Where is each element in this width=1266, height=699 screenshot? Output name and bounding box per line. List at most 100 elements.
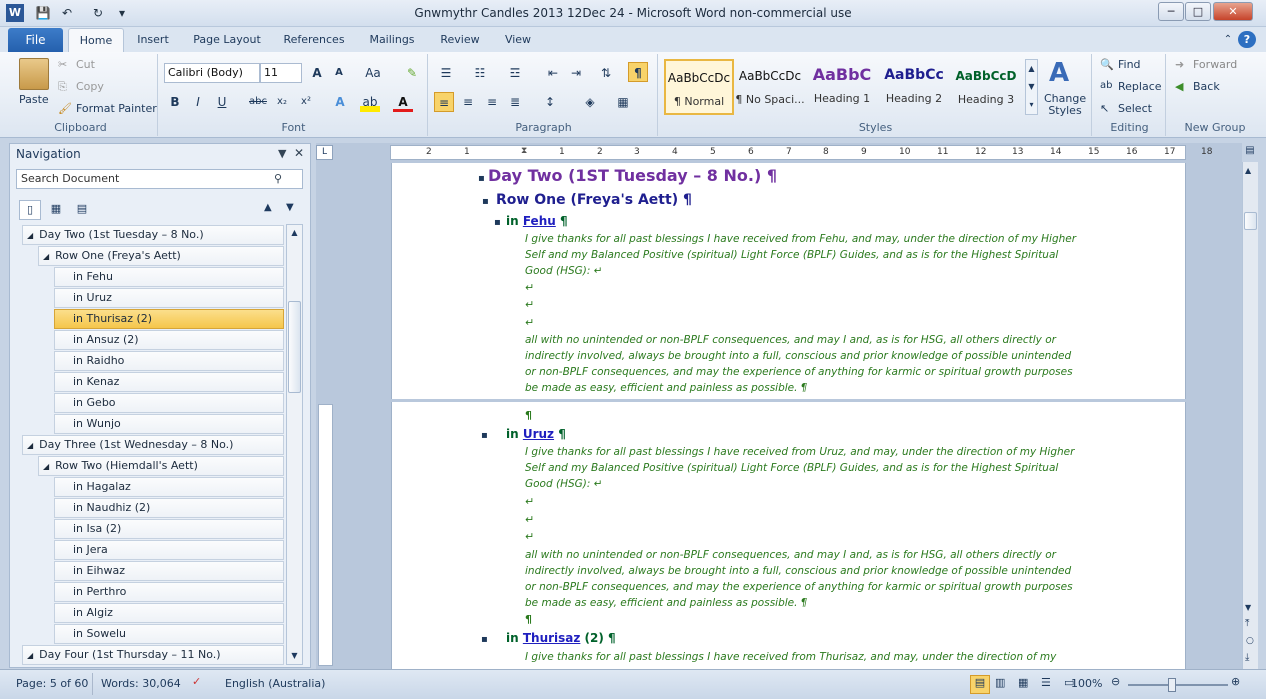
increase-indent-icon[interactable]: ⇥	[566, 63, 586, 83]
styles-scroll[interactable]: ▲ ▼ ▾	[1025, 59, 1038, 115]
nav-heading-item[interactable]: in Raidho	[54, 351, 284, 371]
nav-heading-item[interactable]: in Thurisaz (2)	[54, 309, 284, 329]
close-button[interactable]: ✕	[1213, 2, 1253, 21]
document-scrollbar[interactable]: ▲ ▼ ⤒ ○ ⤓	[1242, 162, 1258, 669]
full-screen-reading-icon[interactable]: ▥	[995, 676, 1005, 689]
style-normal[interactable]: AaBbCcDc ¶ Normal	[664, 59, 734, 115]
maximize-button[interactable]: □	[1185, 2, 1211, 21]
nav-heading-item[interactable]: in Jera	[54, 540, 284, 560]
strikethrough-icon[interactable]: abc	[246, 92, 270, 112]
shrink-font-icon[interactable]: A	[329, 63, 349, 83]
nav-heading-item[interactable]: in Kenaz	[54, 372, 284, 392]
body-line[interactable]: indirectly involved, always be brought i…	[525, 563, 1085, 580]
align-center-icon[interactable]: ≡	[458, 92, 478, 112]
collapse-icon[interactable]: ◢	[43, 252, 49, 261]
undo-icon[interactable]: ↶	[58, 4, 76, 22]
heading-thurisaz[interactable]: in Thurisaz (2) ¶	[506, 631, 616, 645]
heading-row-one[interactable]: Row One (Freya's Aett) ¶	[496, 192, 692, 208]
nav-scroll-thumb[interactable]	[288, 301, 301, 393]
nav-heading-item[interactable]: in Uruz	[54, 288, 284, 308]
select-icon[interactable]: ↖	[1100, 102, 1109, 115]
pages-view-icon[interactable]: ▦	[45, 200, 67, 220]
tab-file[interactable]: File	[8, 28, 63, 52]
previous-page-icon[interactable]: ⤒	[1245, 618, 1249, 629]
body-line[interactable]: all with no unintended or non-BPLF conse…	[525, 332, 1085, 349]
view-ruler-icon[interactable]: ▤	[1242, 145, 1258, 161]
customize-qat-icon[interactable]: ▾	[113, 4, 131, 22]
nav-heading-item[interactable]: in Wunjo	[54, 414, 284, 434]
tab-home[interactable]: Home	[68, 28, 124, 52]
zoom-in-icon[interactable]: ⊕	[1231, 675, 1240, 688]
justify-icon[interactable]: ≣	[505, 92, 525, 112]
minimize-button[interactable]: ─	[1158, 2, 1184, 21]
forward-icon[interactable]: ➜	[1175, 58, 1184, 71]
borders-icon[interactable]: ▦	[613, 92, 633, 112]
document-page[interactable]	[391, 402, 1186, 670]
body-line[interactable]: or non-BPLF consequences, and may the ex…	[525, 579, 1085, 596]
tab-insert[interactable]: Insert	[130, 28, 176, 52]
clear-formatting-icon[interactable]: ✎	[402, 63, 422, 83]
nav-heading-item[interactable]: in Sowelu	[54, 624, 284, 644]
help-icon[interactable]: ?	[1238, 31, 1256, 48]
superscript-icon[interactable]: x²	[296, 92, 316, 112]
body-line[interactable]: indirectly involved, always be brought i…	[525, 348, 1085, 365]
language[interactable]: English (Australia)	[225, 677, 325, 690]
tab-review[interactable]: Review	[433, 28, 487, 52]
nav-scroll-up-icon[interactable]: ▲	[287, 225, 302, 241]
save-icon[interactable]: 💾	[34, 4, 52, 22]
body-line[interactable]: Good (HSG): ↵	[525, 476, 1085, 493]
nav-heading-item[interactable]: ◢ Day Three (1st Wednesday – 8 No.)	[22, 435, 284, 455]
body-line[interactable]: or non-BPLF consequences, and may the ex…	[525, 364, 1085, 381]
word-icon[interactable]: W	[6, 4, 24, 22]
font-size-combo[interactable]: 11	[260, 63, 302, 83]
page-count[interactable]: Page: 5 of 60	[16, 677, 88, 690]
nav-heading-item[interactable]: in Fehu	[54, 267, 284, 287]
text-effects-icon[interactable]: A	[330, 92, 350, 112]
back-icon[interactable]: ◀	[1175, 80, 1183, 93]
find-button[interactable]: Find	[1118, 58, 1141, 71]
body-line[interactable]: Good (HSG): ↵	[525, 263, 1085, 280]
tab-mailings[interactable]: Mailings	[362, 28, 422, 52]
format-painter-button[interactable]: Format Painter	[76, 102, 157, 115]
cut-icon[interactable]: ✂	[58, 58, 67, 71]
paste-icon[interactable]	[19, 58, 49, 90]
scroll-up-icon[interactable]: ▲	[1245, 166, 1251, 175]
nav-heading-item[interactable]: in Isa (2)	[54, 519, 284, 539]
style-no-spacing[interactable]: AaBbCcDc ¶ No Spaci...	[735, 59, 805, 115]
replace-icon[interactable]: ab	[1100, 80, 1112, 91]
previous-heading-icon[interactable]: ▲	[264, 202, 272, 213]
minimize-ribbon-icon[interactable]: ⌃	[1218, 28, 1238, 52]
body-line[interactable]: I give thanks for all past blessings I h…	[525, 444, 1085, 461]
collapse-icon[interactable]: ◢	[43, 462, 49, 471]
style-heading-1[interactable]: AaBbC Heading 1	[807, 59, 877, 115]
search-document-input[interactable]: Search Document	[16, 169, 303, 189]
tab-view[interactable]: View	[497, 28, 539, 52]
search-icon[interactable]: ⚲	[274, 172, 282, 185]
show-formatting-icon[interactable]: ¶	[628, 62, 648, 82]
body-line[interactable]: I give thanks for all past blessings I h…	[525, 649, 1085, 669]
horizontal-ruler[interactable]: 2 1 1 2 3 4 5 6 7 8 9 10 11 12 13 14 15 16 17 18 ⧗	[390, 145, 1212, 160]
results-view-icon[interactable]: ▤	[71, 200, 93, 220]
body-line[interactable]: I give thanks for all past blessings I h…	[525, 231, 1085, 248]
nav-options-icon[interactable]: ▼	[278, 147, 286, 160]
line-spacing-icon[interactable]: ↕	[540, 92, 560, 112]
find-icon[interactable]: 🔍	[1100, 58, 1114, 71]
sort-icon[interactable]: ⇅	[596, 63, 616, 83]
select-button[interactable]: Select	[1118, 102, 1152, 115]
body-line[interactable]: be made as easy, efficient and painless …	[525, 595, 1085, 612]
vertical-ruler[interactable]	[318, 404, 333, 666]
underline-icon[interactable]: U	[212, 92, 232, 112]
print-layout-icon[interactable]: ▤	[970, 675, 990, 694]
redo-icon[interactable]: ↻	[89, 4, 107, 22]
style-heading-2[interactable]: AaBbCc Heading 2	[879, 59, 949, 115]
zoom-level[interactable]: 100%	[1071, 677, 1102, 690]
nav-heading-item[interactable]: ◢ Day Four (1st Thursday – 11 No.)	[22, 645, 284, 665]
nav-heading-item[interactable]: in Algiz	[54, 603, 284, 623]
next-heading-icon[interactable]: ▼	[286, 202, 294, 213]
body-line[interactable]: Self and my Balanced Positive (spiritual…	[525, 460, 1085, 477]
bullets-icon[interactable]: ☰	[436, 63, 456, 83]
change-case-icon[interactable]: Aa	[360, 63, 386, 83]
nav-scroll-down-icon[interactable]: ▼	[287, 648, 302, 664]
copy-icon[interactable]: ⎘	[58, 80, 67, 94]
heading-day-two[interactable]: Day Two (1ST Tuesday – 8 No.) ¶	[488, 166, 777, 185]
